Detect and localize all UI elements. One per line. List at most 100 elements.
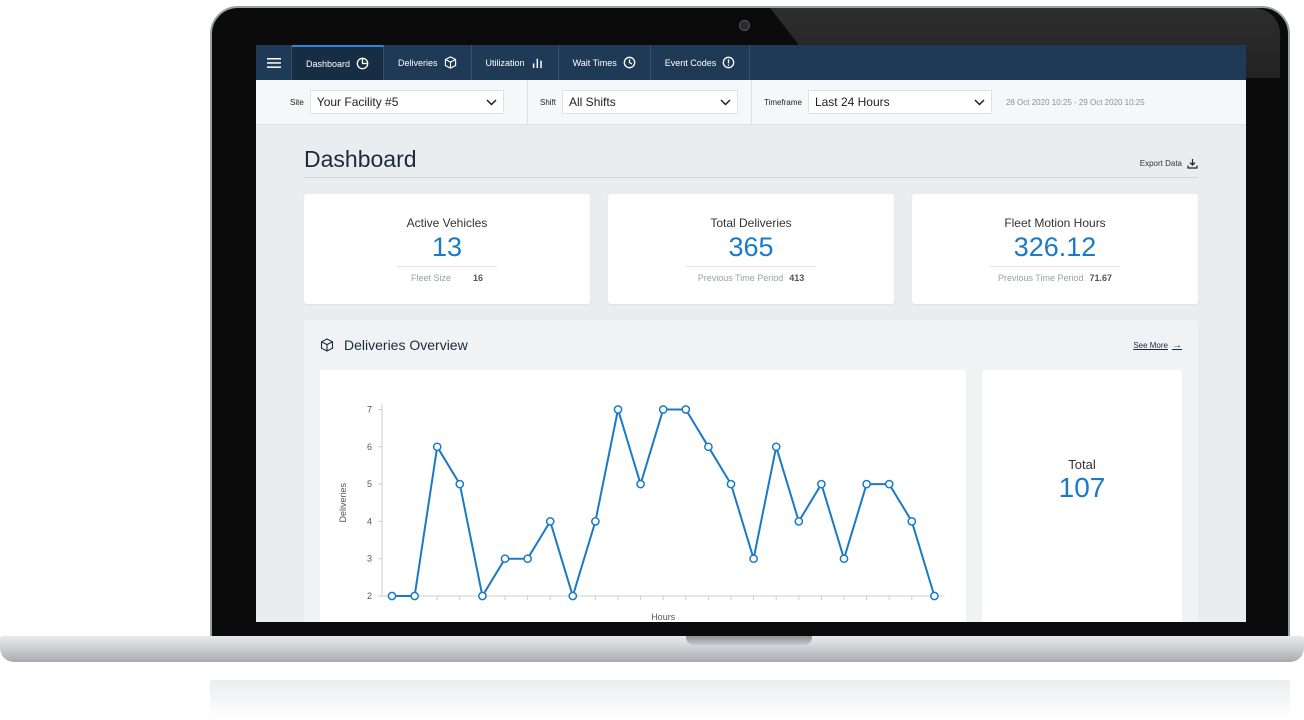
site-select[interactable]: Your Facility #5: [309, 90, 504, 114]
alert-circle-icon: [722, 56, 735, 69]
deliveries-overview: Deliveries Overview See More → 2 3 4 5 6 7 Del…: [304, 320, 1198, 622]
tab-label: Utilization: [485, 57, 525, 68]
card-value: 326.12: [1013, 232, 1097, 262]
title-row: Dashboard Export Data: [304, 125, 1198, 178]
data-point: [591, 517, 600, 526]
fleet-motion-hours-card: Fleet Motion Hours 326.12 Previous Time …: [912, 194, 1198, 304]
card-sub-value: 413: [789, 273, 805, 283]
y-tick-label: 6: [367, 442, 372, 452]
overview-body: 2 3 4 5 6 7 Deliveries Hours Total 107: [320, 370, 1182, 622]
data-point: [455, 479, 465, 489]
site-label: Site: [290, 97, 304, 107]
overview-title-text: Deliveries Overview: [344, 337, 468, 353]
deliveries-line-chart: 2 3 4 5 6 7 Deliveries Hours: [338, 403, 945, 622]
filter-bar: Site Your Facility #5 Shift All Shifts T…: [256, 80, 1246, 125]
card-value: 365: [728, 232, 774, 262]
series-line: [392, 408, 936, 600]
card-label: Fleet Motion Hours: [1004, 216, 1106, 230]
total-value: 107: [1058, 471, 1106, 503]
timeframe-filter: Timeframe Last 24 Hours 28 Oct 2020 10:2…: [752, 80, 1157, 124]
tab-utilization[interactable]: Utilization: [472, 45, 559, 80]
app-screen: Dashboard Deliveries Utilization Wait Ti…: [256, 45, 1246, 622]
export-data-button[interactable]: Export Data: [1140, 158, 1198, 177]
tab-label: Deliveries: [398, 57, 438, 68]
download-icon: [1187, 159, 1198, 169]
chevron-down-icon: [974, 98, 985, 106]
data-point: [884, 479, 894, 489]
laptop-notch: [686, 636, 812, 645]
main-content: Dashboard Export Data Active Vehicles 13…: [256, 125, 1246, 622]
card-sub-label: Fleet Size: [410, 273, 451, 283]
y-tick-label: 5: [367, 479, 372, 489]
webcam: [739, 20, 750, 31]
card-sub-label: Previous Time Period: [697, 273, 784, 283]
bar-chart-icon: [532, 58, 542, 69]
shift-label: Shift: [540, 97, 557, 107]
data-point: [771, 442, 781, 452]
export-label: Export Data: [1139, 159, 1182, 168]
data-point: [500, 554, 510, 564]
clock-icon: [623, 56, 636, 69]
tab-dashboard[interactable]: Dashboard: [292, 45, 385, 80]
data-point: [478, 591, 487, 601]
timeframe-select[interactable]: Last 24 Hours: [807, 90, 992, 114]
laptop-base: [0, 636, 1304, 662]
x-axis-label: Hours: [651, 612, 676, 622]
tab-label: Wait Times: [572, 57, 617, 68]
box-icon: [444, 56, 456, 69]
overview-title: Deliveries Overview: [320, 337, 468, 353]
card-sub-value: 16: [473, 273, 484, 283]
card-sub: Previous Time Period 71.67: [990, 266, 1120, 283]
y-tick-label: 7: [367, 405, 372, 415]
total-label: Total: [1068, 456, 1096, 472]
card-sub-label: Previous Time Period: [997, 273, 1084, 283]
card-sub-value: 71.67: [1089, 273, 1113, 283]
shift-value: All Shifts: [569, 95, 616, 109]
data-point: [907, 517, 917, 526]
total-panel: Total 107: [982, 370, 1182, 622]
see-more-link[interactable]: See More →: [1133, 340, 1182, 351]
tab-label: Event Codes: [664, 57, 717, 68]
y-axis-label: Deliveries: [338, 482, 348, 522]
data-point: [704, 442, 713, 452]
data-point: [930, 591, 939, 601]
data-point: [523, 554, 532, 564]
top-navigation: Dashboard Deliveries Utilization Wait Ti…: [256, 45, 1246, 80]
shift-filter: Shift All Shifts: [528, 80, 752, 124]
tab-label: Dashboard: [306, 58, 351, 69]
data-point: [658, 405, 668, 414]
timeframe-label: Timeframe: [764, 97, 802, 107]
tab-deliveries[interactable]: Deliveries: [384, 45, 472, 80]
y-tick-label: 4: [367, 516, 372, 526]
site-filter: Site Your Facility #5: [256, 80, 528, 124]
laptop-reflection: [210, 680, 1290, 720]
data-point: [613, 405, 623, 414]
shift-select[interactable]: All Shifts: [562, 90, 739, 114]
data-point: [794, 517, 804, 526]
card-label: Active Vehicles: [406, 216, 488, 230]
data-point: [410, 591, 419, 601]
data-point: [749, 554, 758, 564]
page-title: Dashboard: [304, 146, 417, 172]
see-more-label: See More: [1133, 340, 1168, 350]
data-point: [681, 405, 691, 414]
total-deliveries-card: Total Deliveries 365 Previous Time Perio…: [608, 194, 894, 304]
overview-header: Deliveries Overview See More →: [320, 320, 1182, 370]
data-point: [862, 479, 871, 489]
timeframe-value: Last 24 Hours: [814, 95, 890, 109]
data-point: [839, 554, 849, 564]
tab-event-codes[interactable]: Event Codes: [651, 45, 751, 80]
y-tick-label: 2: [367, 591, 372, 601]
arrow-right-icon: →: [1172, 339, 1182, 351]
date-range: 28 Oct 2020 10:25 - 29 Oct 2020 10:25: [1005, 97, 1145, 107]
card-value: 13: [431, 232, 463, 262]
deliveries-chart-panel: 2 3 4 5 6 7 Deliveries Hours: [320, 370, 966, 622]
chevron-down-icon: [720, 98, 731, 106]
card-sub: Previous Time Period 413: [686, 266, 816, 283]
card-label: Total Deliveries: [710, 216, 792, 230]
tab-wait-times[interactable]: Wait Times: [559, 45, 651, 80]
box-icon: [320, 338, 334, 352]
site-value: Your Facility #5: [316, 95, 399, 109]
hamburger-icon: [266, 57, 281, 68]
menu-button[interactable]: [256, 45, 292, 80]
